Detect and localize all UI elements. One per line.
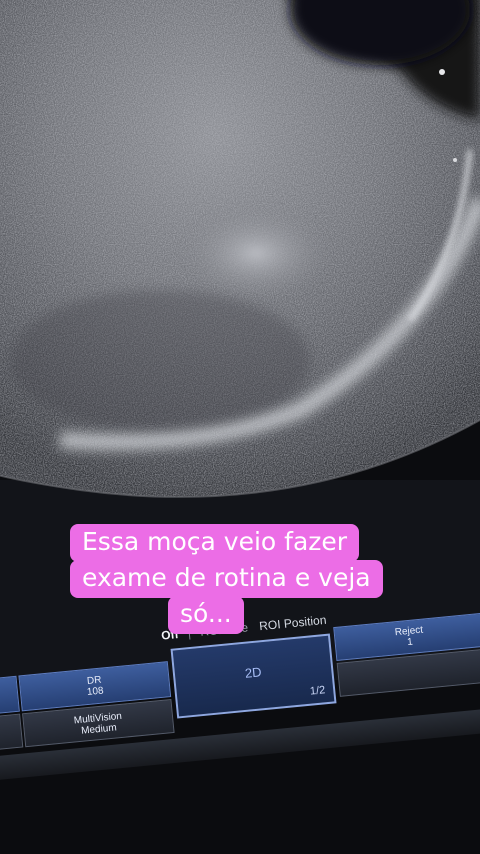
caption-line-2: exame de rotina e veja xyxy=(70,560,383,598)
left-edge-button-lower[interactable] xyxy=(0,713,24,752)
left-edge-button[interactable] xyxy=(0,675,20,716)
ultrasound-scene: Off | ROI Size ROI Position DR 108 Multi… xyxy=(0,0,480,854)
marker-dot xyxy=(453,158,457,162)
mode-2d-label: 2D xyxy=(244,664,263,681)
caption-line-1: Essa moça veio fazer xyxy=(70,524,360,562)
marker-dot xyxy=(439,69,445,75)
caption-line-3: só... xyxy=(168,596,244,634)
roi-position-option[interactable]: ROI Position xyxy=(259,613,327,633)
mode-2d-page: 1/2 xyxy=(309,684,326,698)
mode-2d-button[interactable]: 2D 1/2 xyxy=(170,633,337,719)
